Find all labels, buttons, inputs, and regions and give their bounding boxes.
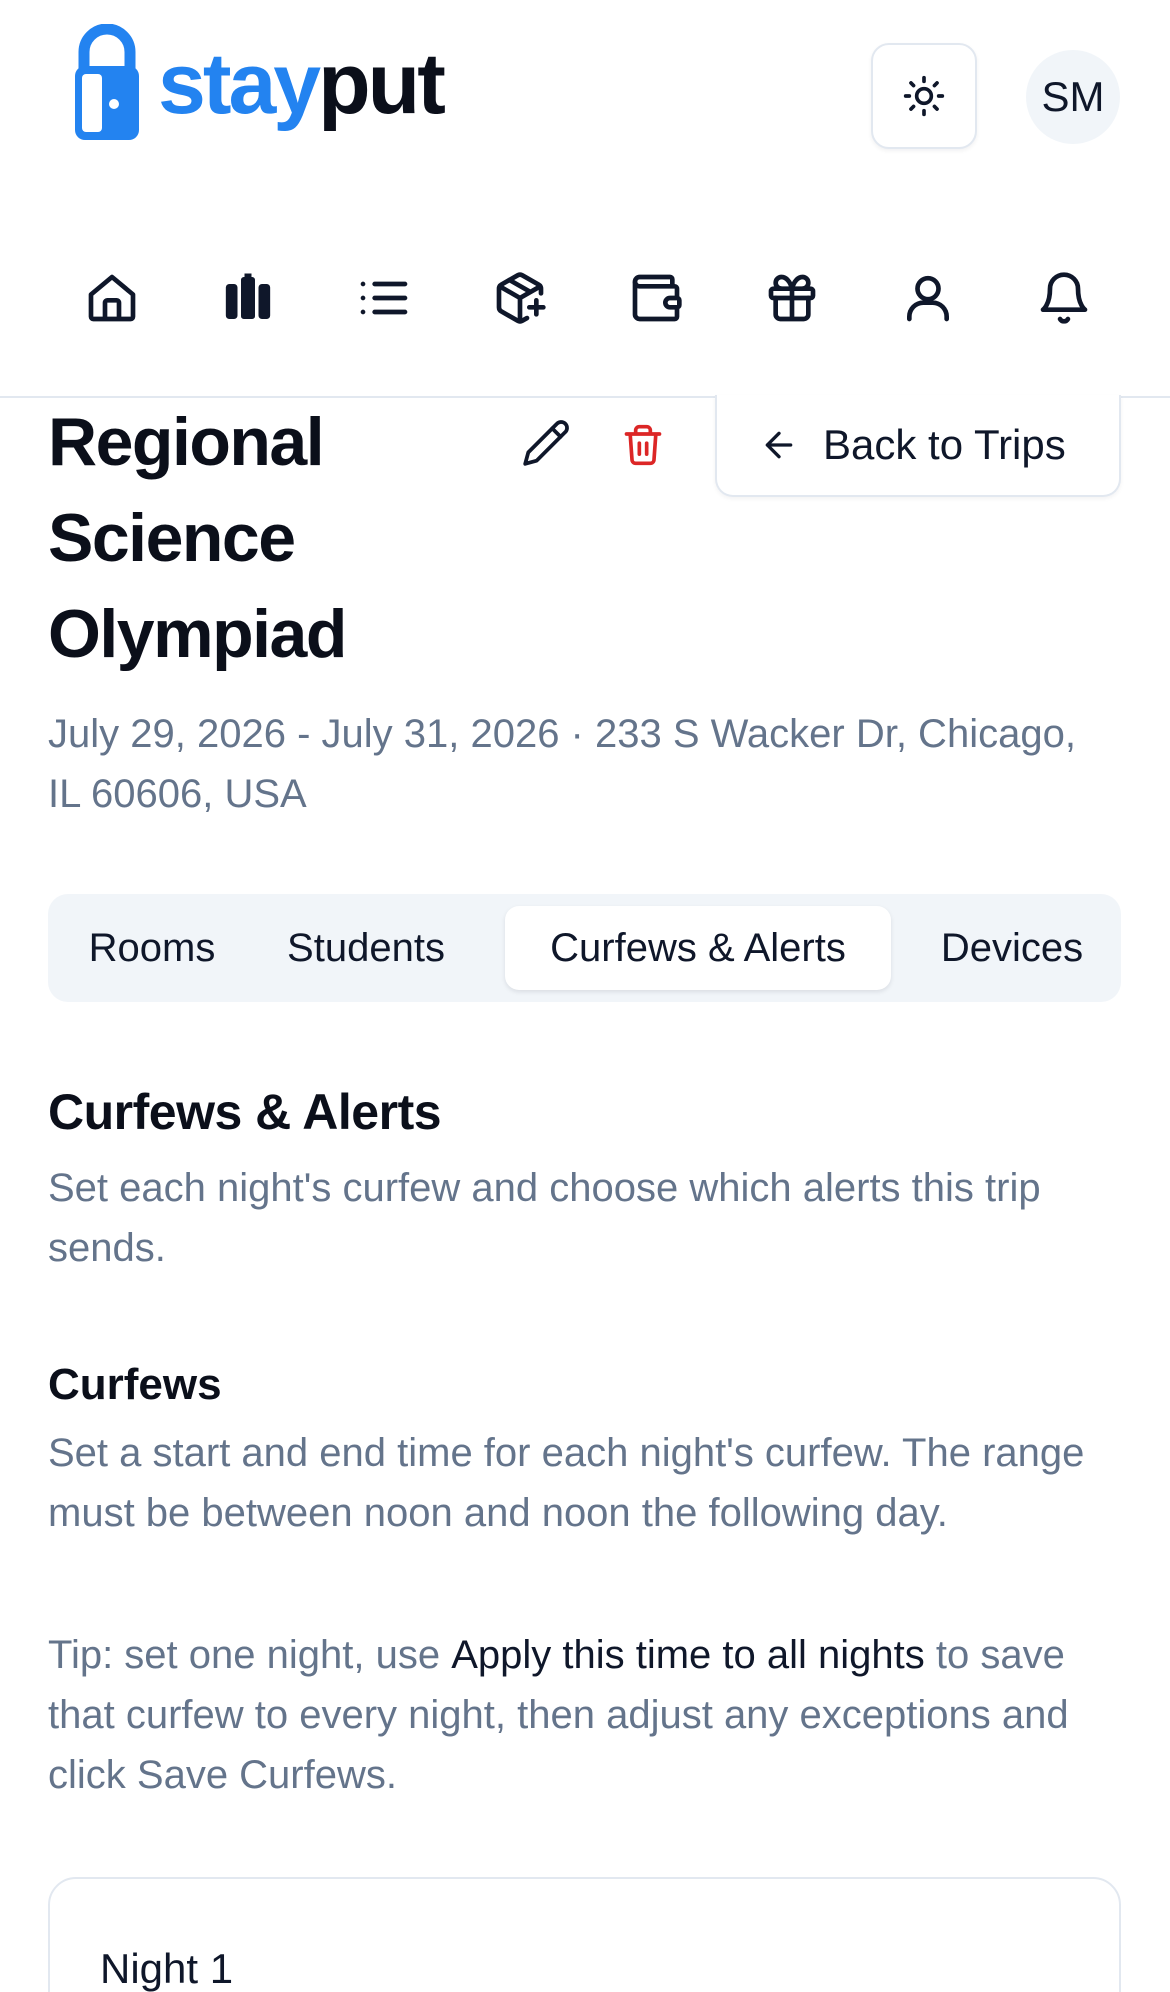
list-icon [360,281,408,315]
pencil-icon [523,420,569,466]
bell-icon [1040,272,1088,324]
page-title: Regional Science Olympiad [48,404,347,672]
app-header: stayput SM [0,0,1170,398]
trash-icon [624,424,662,466]
user-icon [907,275,949,322]
theme-toggle-button[interactable] [871,43,977,149]
brand-wordmark: stayput [158,36,446,132]
gift-icon [768,274,816,322]
nav-trips[interactable] [194,248,302,348]
nav-add-package[interactable] [466,248,574,348]
apply-all-nights-hint: Apply this time to all nights [451,1633,925,1677]
arrow-left-icon [765,431,793,459]
package-plus-icon [496,272,546,324]
section-subtitle: Set each night's curfew and choose which… [48,1166,1041,1270]
night-label: Night 1 [100,1945,234,1992]
edit-trip-button[interactable] [515,412,577,474]
nav-list[interactable] [330,248,438,348]
user-avatar[interactable]: SM [1026,50,1120,144]
delete-trip-button[interactable] [612,414,674,476]
nav-home[interactable] [58,248,166,348]
trip-title-block: Regional Science Olympiad [48,398,347,682]
section-title: Curfews & Alerts [48,1084,442,1140]
tab-curfews-alerts[interactable]: Curfews & Alerts [505,906,891,990]
home-icon [88,274,136,322]
trip-dates-address: July 29, 2026 - July 31, 2026 · 233 S Wa… [48,712,1076,816]
luggage-icon [225,273,271,319]
nav-profile[interactable] [874,248,982,348]
nav-gifts[interactable] [738,248,846,348]
tab-rooms[interactable]: Rooms [48,906,256,990]
back-to-trips-label: Back to Trips [823,421,1066,468]
night-card: Night 1 [48,1877,1121,1992]
nav-notifications[interactable] [1010,248,1118,348]
padlock-logo-icon [75,24,139,140]
back-to-trips-button[interactable]: Back to Trips [715,395,1121,497]
trip-tabs: Rooms Students Curfews & Alerts Devices [48,894,1121,1002]
curfews-description: Set a start and end time for each night'… [48,1431,1085,1535]
curfews-tip: Tip: set one night, use Apply this time … [48,1633,1069,1797]
nav-wallet[interactable] [602,248,710,348]
stayput-logo[interactable]: stayput [72,24,446,144]
tab-devices[interactable]: Devices [914,906,1110,990]
curfews-heading: Curfews [48,1360,222,1409]
sun-icon [903,75,945,117]
wallet-icon [632,274,682,322]
main-nav [58,248,1118,348]
tab-students[interactable]: Students [256,906,476,990]
